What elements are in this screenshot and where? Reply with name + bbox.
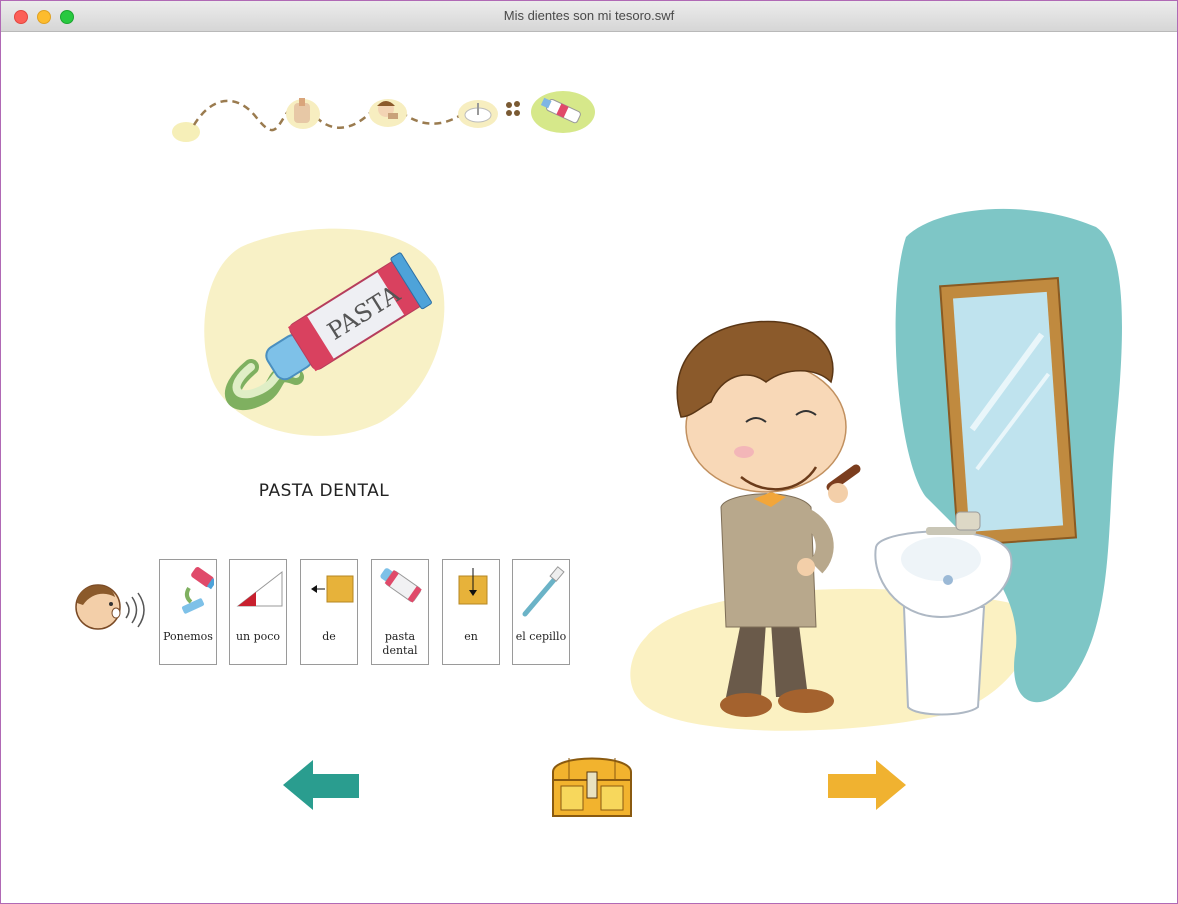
window-title: Mis dientes son mi tesoro.swf: [503, 8, 675, 23]
pictogram-label: el cepillo: [515, 630, 567, 643]
pictogram-card[interactable]: un poco: [229, 559, 287, 665]
treasure-chest-button[interactable]: [549, 750, 639, 822]
listen-icon[interactable]: [71, 577, 151, 637]
back-button[interactable]: [283, 760, 363, 812]
mirror: [939, 277, 1078, 547]
next-button[interactable]: [826, 760, 908, 812]
word-label: PASTA DENTAL: [258, 481, 390, 501]
face-step-icon[interactable]: [369, 99, 407, 127]
toothpaste-squeeze-icon: [181, 567, 214, 614]
app-window: Mis dientes son mi tesoro.swf PASTA PAST…: [0, 0, 1178, 904]
of-arrow-icon: [311, 575, 354, 603]
into-arrow-icon: [458, 568, 488, 605]
pictogram-card[interactable]: de: [300, 559, 358, 665]
pictogram-label: pasta dental: [382, 630, 418, 657]
pictogram-card[interactable]: Ponemos: [159, 559, 217, 665]
arrow-left-icon: [283, 760, 359, 810]
arrow-right-icon: [828, 760, 906, 810]
toothbrush-icon: [522, 566, 565, 617]
pictogram-card[interactable]: el cepillo: [512, 559, 570, 665]
pictogram-label: un poco: [235, 630, 281, 643]
toothpaste-step-icon[interactable]: [531, 91, 595, 133]
pictogram-label: Ponemos: [163, 630, 213, 643]
toothpaste-tube-icon: [380, 568, 422, 603]
treasure-chest-icon: [552, 757, 632, 817]
game-stage: PASTA PASTA DENTAL Ponemos un poco de pa…: [1, 32, 1177, 903]
pictogram-card[interactable]: en: [442, 559, 500, 665]
pictogram-label: en: [464, 630, 478, 643]
progress-path: [172, 91, 595, 142]
pictogram-card[interactable]: pasta dental: [371, 559, 429, 665]
bathroom-scene: [630, 208, 1122, 731]
sink-step-icon[interactable]: [458, 100, 498, 128]
title-bar: Mis dientes son mi tesoro.swf: [1, 1, 1177, 32]
pictogram-label: de: [322, 630, 336, 643]
paste-step-icon[interactable]: [286, 98, 320, 129]
small-wedge-icon: [236, 570, 283, 607]
toothpaste-picture: PASTA: [204, 228, 445, 436]
